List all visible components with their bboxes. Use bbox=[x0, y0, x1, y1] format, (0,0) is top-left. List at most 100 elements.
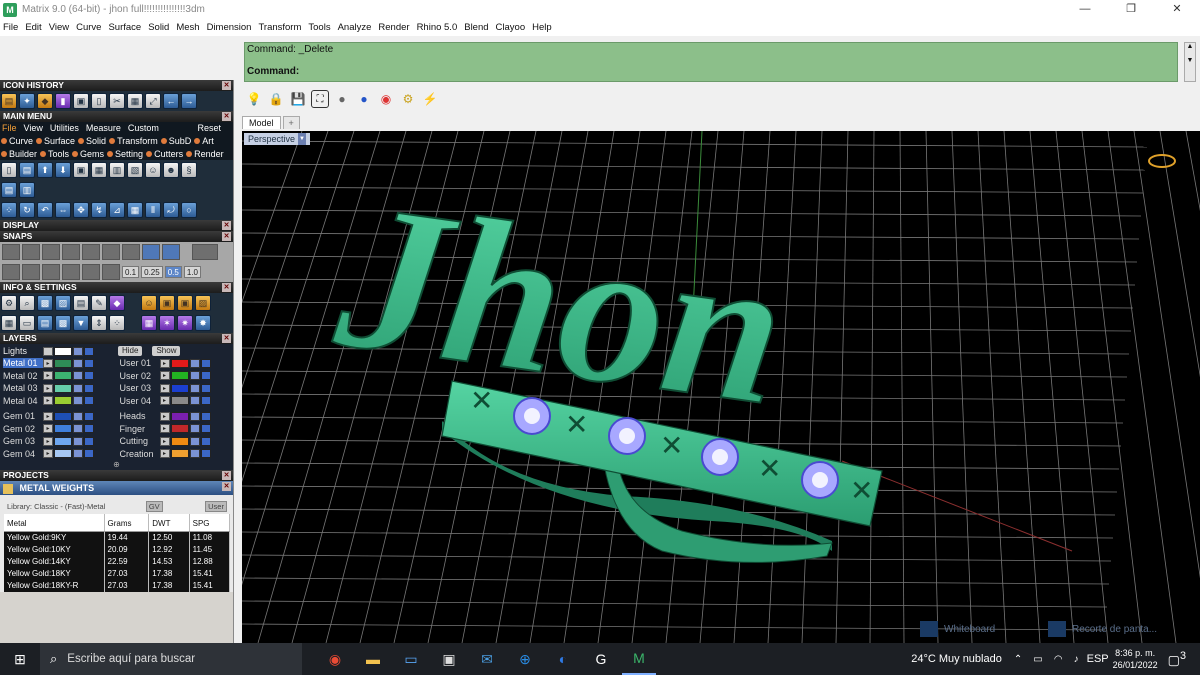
twist-icon[interactable]: ⤾ bbox=[163, 202, 179, 218]
transform-icon[interactable]: ✦ bbox=[19, 93, 35, 109]
layer-row[interactable]: Metal 02 ▸ bbox=[0, 370, 117, 383]
perspective-viewport[interactable]: Perspective ▼ ✕ ✕ ✕ ✕ ✕ Jhon Whiteboard Reco… bbox=[242, 131, 1200, 643]
import-icon[interactable]: ⬆ bbox=[37, 162, 53, 178]
show-all-button[interactable]: Show bbox=[152, 346, 181, 356]
layer-color-swatch[interactable] bbox=[54, 371, 72, 381]
gears-icon[interactable]: ⚙ bbox=[399, 90, 417, 108]
ortho-icon[interactable] bbox=[22, 264, 40, 280]
snap-center-icon[interactable] bbox=[82, 244, 100, 260]
chevron-up-icon[interactable]: ⌃ bbox=[1014, 654, 1022, 665]
open-folder-icon[interactable]: ▤ bbox=[1, 93, 17, 109]
mm-setting[interactable]: Setting bbox=[107, 149, 143, 159]
lock-icon[interactable]: 🔒 bbox=[267, 90, 285, 108]
script-icon[interactable]: § bbox=[181, 162, 197, 178]
light-bulb-icon[interactable]: 💡 bbox=[245, 90, 263, 108]
save-as-icon[interactable]: ▦ bbox=[91, 162, 107, 178]
nodes-icon[interactable]: ⁘ bbox=[109, 315, 125, 331]
box-icon[interactable]: ▩ bbox=[37, 295, 53, 311]
menu-transform[interactable]: Transform bbox=[258, 22, 301, 33]
command-box[interactable]: Command: _Delete Command: bbox=[244, 42, 1178, 82]
page-icon[interactable]: ▯ bbox=[91, 93, 107, 109]
grid-snap-icon[interactable] bbox=[2, 264, 20, 280]
layer-lock-icon[interactable] bbox=[189, 449, 200, 459]
rotate-icon[interactable]: ↻ bbox=[19, 202, 35, 218]
cube-icon[interactable]: ▩ bbox=[55, 315, 71, 331]
layer-visible-icon[interactable] bbox=[200, 411, 211, 421]
layer-row[interactable]: Gem 02 ▸ bbox=[0, 423, 117, 436]
gumball-icon[interactable] bbox=[102, 264, 120, 280]
sparkle2-icon[interactable]: ✷ bbox=[177, 315, 193, 331]
layers-expand-icon[interactable]: ⊕ bbox=[0, 460, 233, 470]
close-icon[interactable]: ✕ bbox=[222, 232, 231, 241]
settings-icon[interactable]: ⚙ bbox=[1, 295, 17, 311]
dimension-icon[interactable]: ⇕ bbox=[91, 315, 107, 331]
color-wheel-icon[interactable]: ◉ bbox=[377, 90, 395, 108]
layer-lock-icon[interactable] bbox=[189, 424, 200, 434]
mm-curve[interactable]: Curve bbox=[1, 136, 33, 146]
layer-row[interactable]: Cutting ▸ bbox=[117, 435, 234, 448]
render-sphere-icon[interactable]: ● bbox=[355, 90, 373, 108]
weather-widget[interactable]: 24°C Muy nublado bbox=[911, 653, 1002, 665]
col-metal[interactable]: Metal bbox=[4, 514, 105, 532]
mm-reset-button[interactable]: Reset bbox=[197, 123, 221, 133]
snap-perp-icon[interactable] bbox=[122, 244, 140, 260]
hide-all-button[interactable]: Hide bbox=[118, 346, 143, 356]
layer-lock-icon[interactable] bbox=[73, 396, 83, 406]
save-icon[interactable]: 💾 bbox=[289, 90, 307, 108]
mm-solid[interactable]: Solid bbox=[78, 136, 106, 146]
save-icon[interactable]: ▣ bbox=[73, 162, 89, 178]
table-row[interactable]: Yellow Gold:10KY 20.09 12.92 11.45 bbox=[4, 543, 231, 556]
layer-checkbox[interactable]: ▸ bbox=[159, 371, 170, 381]
menu-solid[interactable]: Solid bbox=[148, 22, 169, 33]
volume-icon[interactable]: ♪ bbox=[1074, 654, 1079, 665]
panel-snaps[interactable]: SNAPS ✕ bbox=[0, 231, 233, 242]
mm-tab-file[interactable]: File bbox=[2, 123, 17, 133]
doc-icon[interactable]: ▤ bbox=[1, 182, 17, 198]
layer-row[interactable]: User 02 ▸ bbox=[117, 370, 234, 383]
panel-projects[interactable]: PROJECTS ✕ bbox=[0, 470, 233, 481]
table-row[interactable]: Yellow Gold:18KY 27.03 17.38 15.41 bbox=[4, 567, 231, 580]
layer-visible-icon[interactable] bbox=[84, 424, 94, 434]
layer-checkbox[interactable]: ▸ bbox=[43, 383, 53, 393]
table-row[interactable]: Yellow Gold:9KY 19.44 12.50 11.08 bbox=[4, 531, 231, 544]
layer-visible-icon[interactable] bbox=[84, 411, 94, 421]
panel-layers[interactable]: LAYERS ✕ bbox=[0, 333, 233, 344]
layer-visible-icon[interactable] bbox=[84, 371, 94, 381]
flow-icon[interactable]: ↯ bbox=[91, 202, 107, 218]
cubes-icon[interactable]: ▨ bbox=[55, 295, 71, 311]
layer-color-swatch[interactable] bbox=[170, 371, 189, 381]
snap-mid-icon[interactable] bbox=[62, 244, 80, 260]
tab-model[interactable]: Model bbox=[242, 116, 281, 129]
layer-lock-icon[interactable] bbox=[73, 358, 83, 368]
move-icon[interactable]: ✥ bbox=[73, 202, 89, 218]
layer-visible-icon[interactable] bbox=[200, 371, 211, 381]
store-icon[interactable]: ▣ bbox=[432, 643, 466, 675]
export-icon[interactable]: ⬇ bbox=[55, 162, 71, 178]
lights-checkbox[interactable] bbox=[43, 346, 53, 356]
merge-icon[interactable]: ▧ bbox=[127, 162, 143, 178]
menu-analyze[interactable]: Analyze bbox=[338, 22, 372, 33]
layer-name[interactable]: User 04 bbox=[120, 396, 160, 406]
close-icon[interactable]: ✕ bbox=[222, 112, 231, 121]
grid-icon[interactable]: ▦ bbox=[1, 315, 17, 331]
language-indicator[interactable]: ESP bbox=[1087, 653, 1109, 665]
close-icon[interactable]: ✕ bbox=[222, 221, 231, 230]
panel-info-settings[interactable]: INFO & SETTINGS ✕ bbox=[0, 282, 233, 293]
scale-icon[interactable]: ⤢ bbox=[145, 93, 161, 109]
layer-checkbox[interactable]: ▸ bbox=[159, 449, 170, 459]
layer-row[interactable]: Finger ▸ bbox=[117, 423, 234, 436]
close-icon[interactable]: ✕ bbox=[222, 81, 231, 90]
layer-row[interactable]: Gem 01 ▸ bbox=[0, 410, 117, 423]
panel-icon-history[interactable]: ICON HISTORY ✕ bbox=[0, 80, 233, 91]
panel-display[interactable]: DISPLAY ✕ bbox=[0, 220, 233, 231]
mm-tab-utilities[interactable]: Utilities bbox=[50, 123, 79, 133]
laptop-icon[interactable]: ▭ bbox=[394, 643, 428, 675]
mm-render[interactable]: Render bbox=[186, 149, 224, 159]
menu-help[interactable]: Help bbox=[532, 22, 552, 33]
snap-end-icon[interactable] bbox=[2, 244, 20, 260]
command-prompt[interactable]: Command: bbox=[245, 66, 1177, 77]
matrix-app-icon[interactable]: M bbox=[622, 643, 656, 675]
user-button[interactable]: User bbox=[205, 501, 227, 512]
layer-name[interactable]: Creation bbox=[120, 449, 160, 459]
menu-curve[interactable]: Curve bbox=[76, 22, 101, 33]
